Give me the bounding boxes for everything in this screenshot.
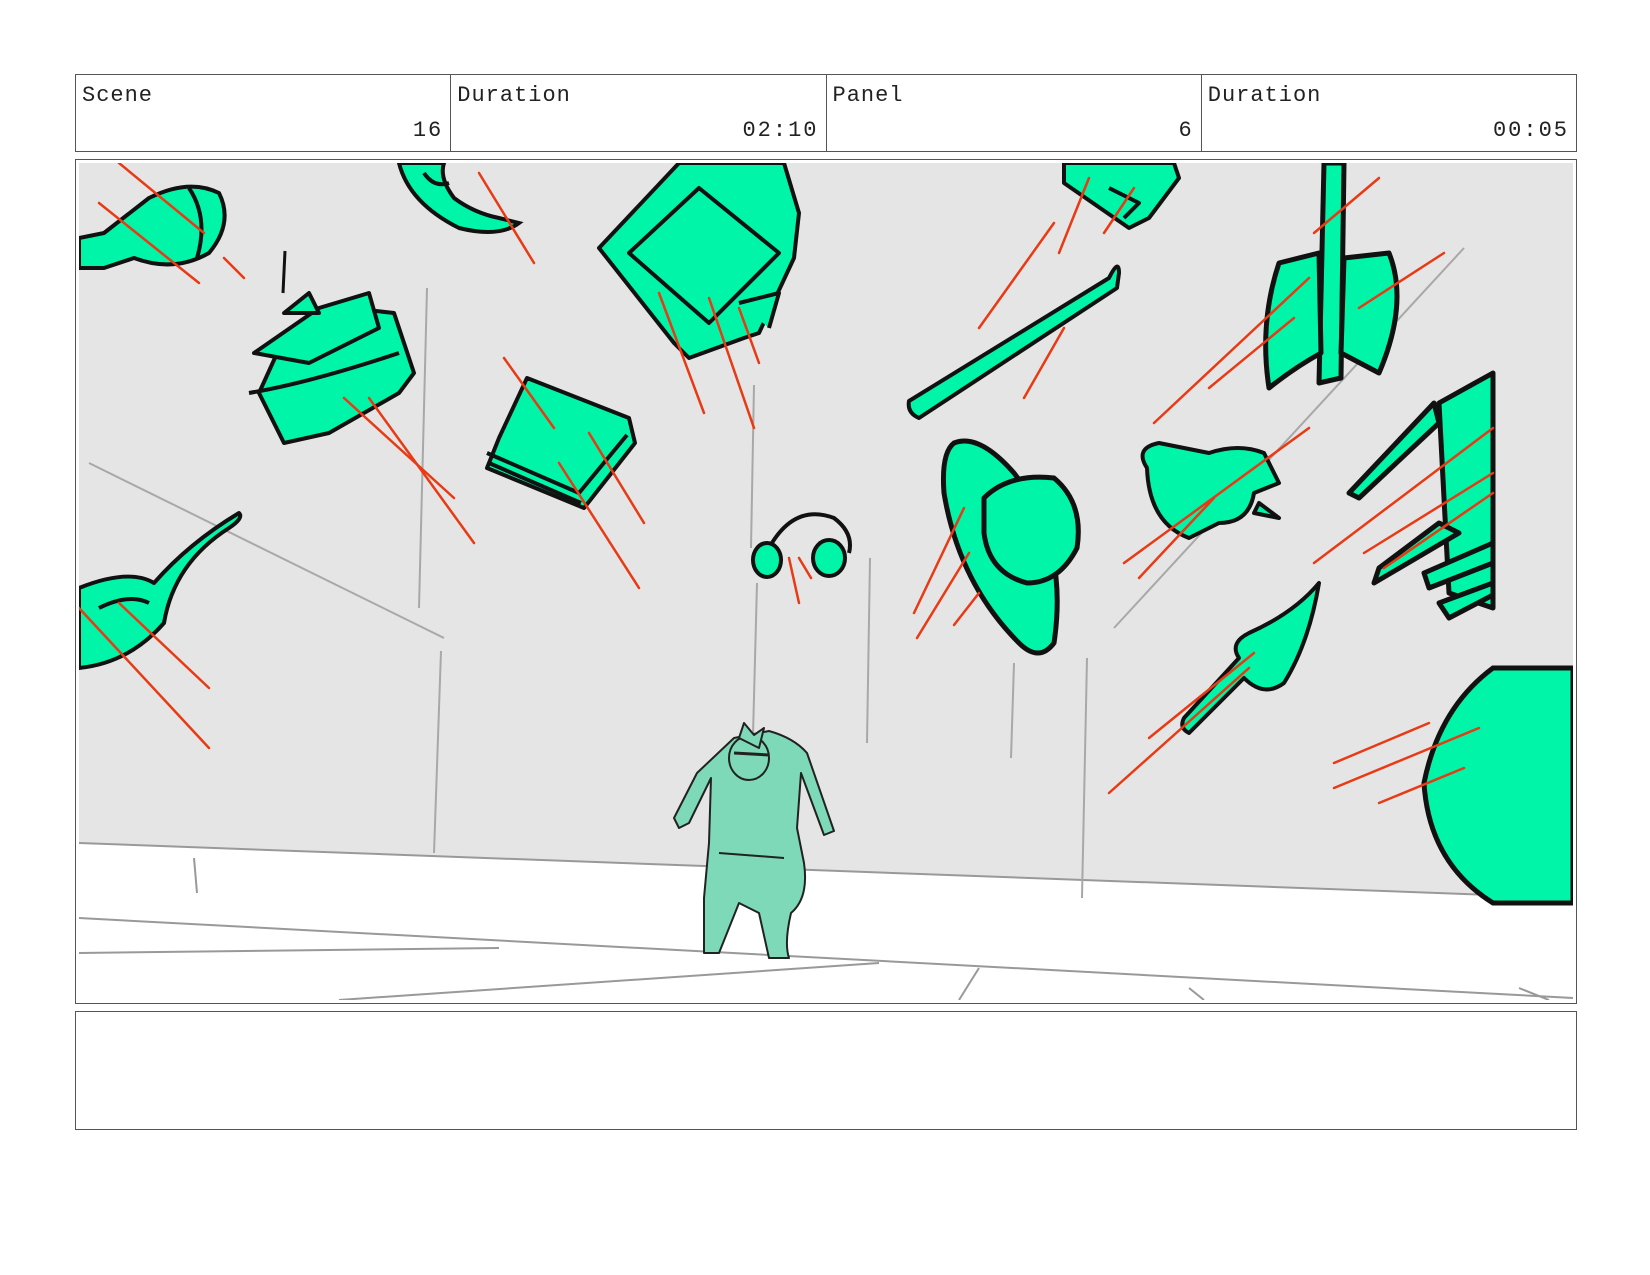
panel-duration-value: 00:05	[1492, 118, 1569, 143]
scene-number: 16	[412, 118, 444, 143]
panel-cell: Panel 6	[827, 75, 1202, 151]
storyboard-panel	[75, 159, 1577, 1004]
panel-info-header: Scene 16 Duration 02:10 Panel 6 Duration…	[75, 74, 1577, 152]
panel-label: Panel	[832, 83, 904, 108]
scene-cell: Scene 16	[76, 75, 452, 151]
scene-label: Scene	[82, 83, 154, 108]
scene-duration-cell: Duration 02:10	[451, 75, 827, 151]
panel-duration-label: Duration	[1207, 83, 1322, 108]
panel-number: 6	[1178, 118, 1194, 143]
storyboard-drawing	[79, 163, 1573, 1000]
panel-duration-cell: Duration 00:05	[1202, 75, 1576, 151]
scene-duration-label: Duration	[457, 83, 571, 108]
scene-duration-value: 02:10	[742, 118, 819, 143]
panel-notes-box	[75, 1011, 1577, 1130]
